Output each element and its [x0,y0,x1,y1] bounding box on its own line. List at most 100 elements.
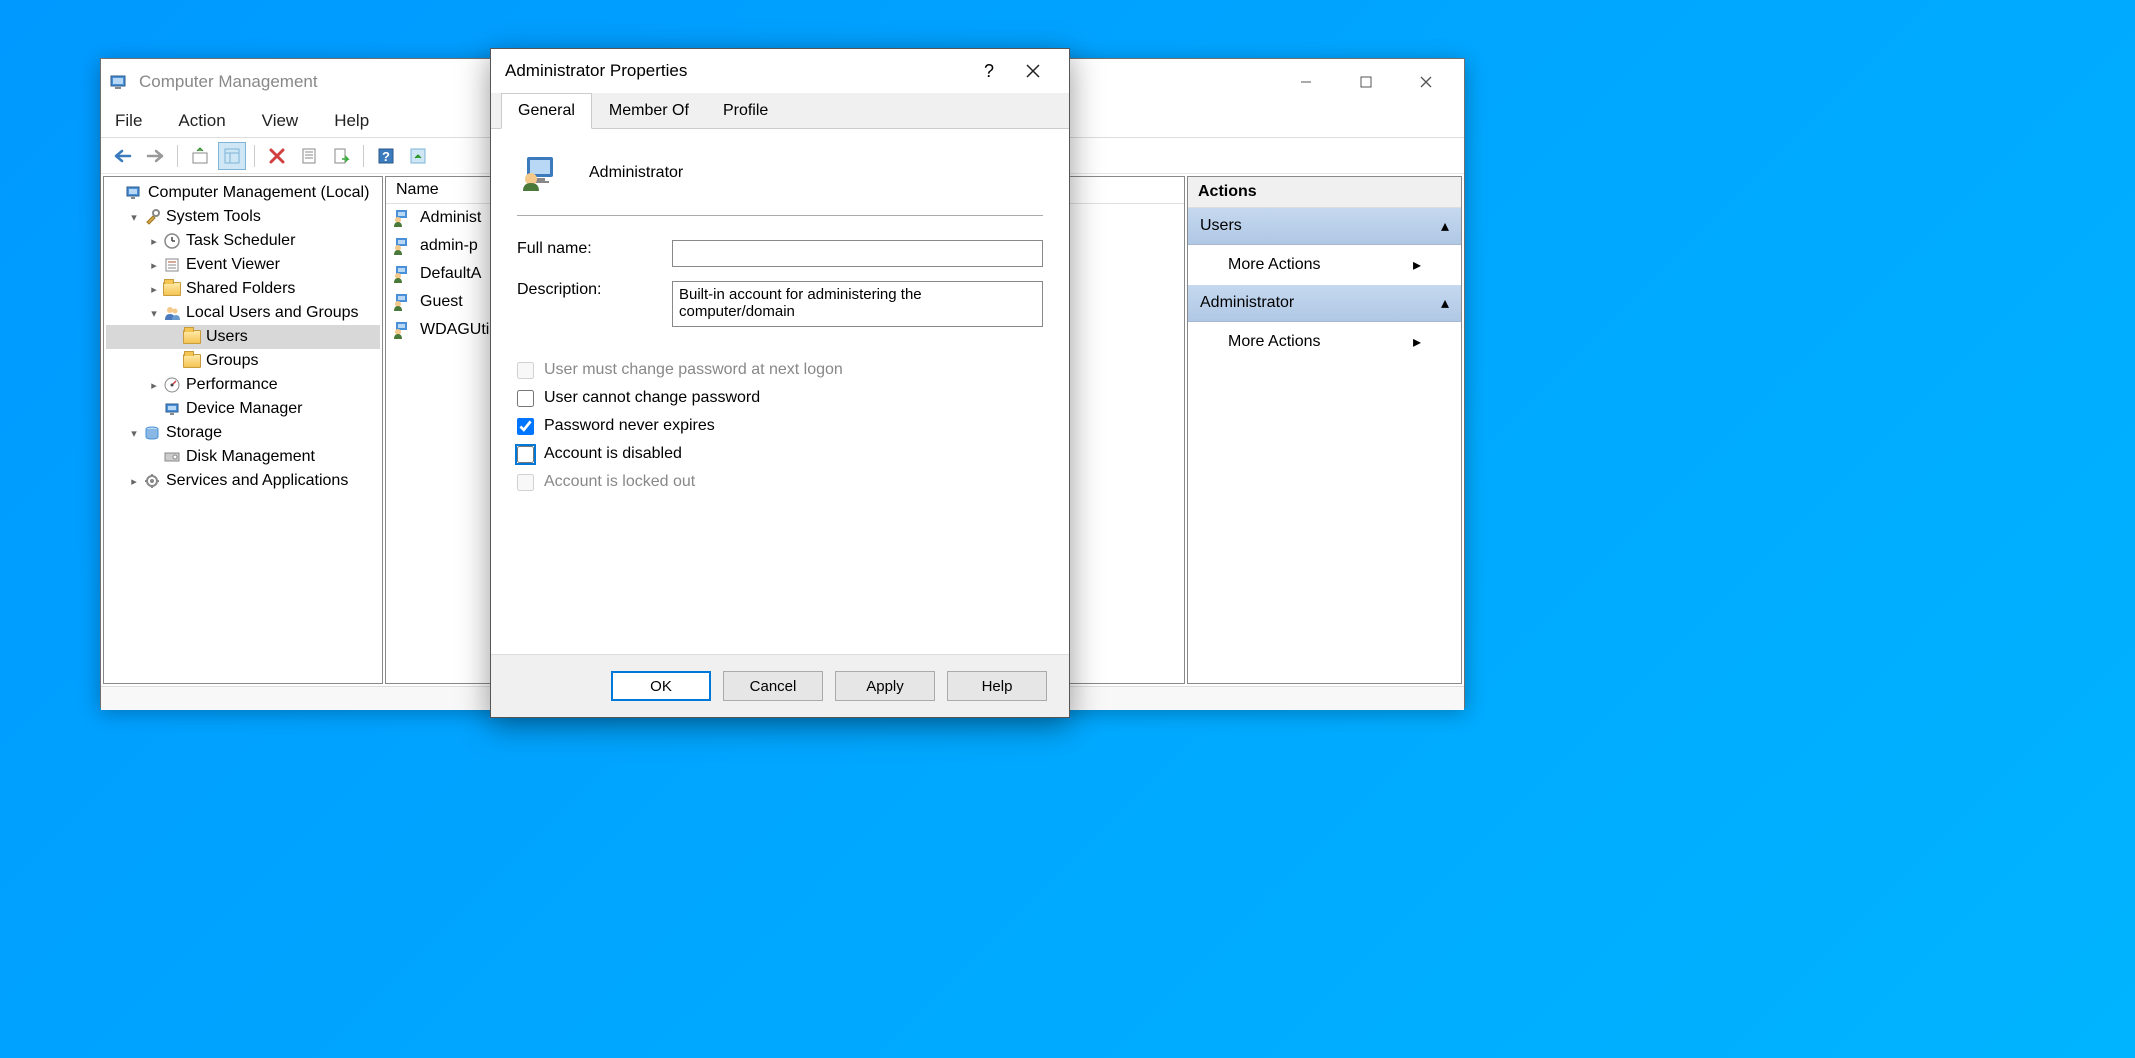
dialog-user-name: Administrator [589,164,683,182]
checkbox[interactable] [517,390,534,407]
dialog-help-button[interactable]: Help [947,671,1047,701]
actions-section-header[interactable]: Users ▴ [1188,208,1461,245]
dialog-help-icon[interactable]: ? [967,53,1011,89]
tree-item-task-scheduler[interactable]: ▸Task Scheduler [106,229,380,253]
expand-icon[interactable]: ▾ [126,211,142,224]
checkbox[interactable] [517,418,534,435]
tree-item-device-manager[interactable]: Device Manager [106,397,380,421]
properties-dialog: Administrator Properties ? General Membe… [490,48,1070,718]
close-button[interactable] [1396,62,1456,102]
expand-icon[interactable]: ▸ [146,379,162,392]
actions-section-header[interactable]: Administrator ▴ [1188,285,1461,322]
collapse-icon[interactable]: ▴ [1441,293,1449,313]
tab-profile[interactable]: Profile [706,93,785,128]
actions-item-label: More Actions [1228,256,1320,274]
menu-file[interactable]: File [111,109,146,133]
tree-icon [162,303,182,323]
apply-button[interactable]: Apply [835,671,935,701]
actions-item[interactable]: More Actions ▸ [1188,322,1461,362]
tree-item-local-users-and-groups[interactable]: ▾ Local Users and Groups [106,301,380,325]
checkbox [517,362,534,379]
tree-item-users[interactable]: Users [106,325,380,349]
tree-icon [162,447,182,467]
expand-icon[interactable]: ▸ [126,475,142,488]
menu-view[interactable]: View [258,109,303,133]
refresh-button[interactable] [404,142,432,170]
actions-title: Actions [1188,177,1461,208]
tree-icon [162,399,182,419]
tree-item-event-viewer[interactable]: ▸ Event Viewer [106,253,380,277]
tree-label: Shared Folders [186,280,295,298]
delete-button[interactable] [263,142,291,170]
tree-label: Device Manager [186,400,303,418]
tree-icon [124,183,144,203]
list-label: WDAGUti [420,321,489,339]
view-button[interactable] [218,142,246,170]
tree-item-disk-management[interactable]: Disk Management [106,445,380,469]
svg-text:?: ? [382,149,390,164]
export-button[interactable] [327,142,355,170]
checkbox-row[interactable]: Account is disabled [517,445,1043,463]
checkbox-row[interactable]: User cannot change password [517,389,1043,407]
list-label: admin-p [420,237,478,255]
user-icon [517,149,565,197]
properties-button[interactable] [295,142,323,170]
expand-icon[interactable]: ▾ [146,307,162,320]
menu-action[interactable]: Action [174,109,229,133]
maximize-button[interactable] [1336,62,1396,102]
dialog-close-icon[interactable] [1011,53,1055,89]
actions-section-label: Users [1200,217,1242,235]
expand-icon[interactable]: ▾ [126,427,142,440]
actions-section-label: Administrator [1200,294,1294,312]
tree-item-system-tools[interactable]: ▾System Tools [106,205,380,229]
checkbox-label: User must change password at next logon [544,361,843,379]
tree-icon [142,471,162,491]
checkbox[interactable] [517,446,534,463]
ok-button[interactable]: OK [611,671,711,701]
checkbox-row[interactable]: Password never expires [517,417,1043,435]
tree-icon [162,375,182,395]
fullname-input[interactable] [672,240,1043,267]
checkbox-label: User cannot change password [544,389,760,407]
tree-label: Local Users and Groups [186,304,359,322]
app-icon [109,72,129,92]
chevron-right-icon: ▸ [1413,332,1421,352]
tree-item-storage[interactable]: ▾Storage [106,421,380,445]
tree-icon [162,279,182,299]
tree-pane[interactable]: Computer Management (Local) ▾System Tools… [103,176,383,684]
tab-general[interactable]: General [501,93,592,129]
list-label: DefaultA [420,265,481,283]
tree-item-performance[interactable]: ▸Performance [106,373,380,397]
help-button[interactable]: ? [372,142,400,170]
tree-item-shared-folders[interactable]: ▸ Shared Folders [106,277,380,301]
expand-icon[interactable]: ▸ [146,235,162,248]
expand-icon[interactable]: ▸ [146,283,162,296]
minimize-button[interactable] [1276,62,1336,102]
tree-item-computer-management-local-[interactable]: Computer Management (Local) [106,181,380,205]
menu-help[interactable]: Help [330,109,373,133]
tree-label: Disk Management [186,448,315,466]
tree-icon [182,351,202,371]
user-icon [392,291,414,313]
tree-icon [142,207,162,227]
tree-label: Groups [206,352,258,370]
tree-label: Computer Management (Local) [148,184,369,202]
actions-item[interactable]: More Actions▸ [1188,245,1461,285]
tree-label: Event Viewer [186,256,280,274]
checkbox [517,474,534,491]
up-button[interactable] [186,142,214,170]
actions-pane: Actions Users ▴ More Actions ▸ Administrator… [1187,176,1462,684]
tree-item-services-and-applications[interactable]: ▸ Services and Applications [106,469,380,493]
checkbox-label: Account is disabled [544,445,682,463]
tree-item-groups[interactable]: Groups [106,349,380,373]
description-input[interactable] [672,281,1043,327]
cancel-button[interactable]: Cancel [723,671,823,701]
actions-item-label: More Actions [1228,333,1320,351]
tree-icon [162,255,182,275]
tab-member-of[interactable]: Member Of [592,93,706,128]
collapse-icon[interactable]: ▴ [1441,216,1449,236]
back-button[interactable] [109,142,137,170]
tree-label: Services and Applications [166,472,348,490]
expand-icon[interactable]: ▸ [146,259,162,272]
forward-button[interactable] [141,142,169,170]
